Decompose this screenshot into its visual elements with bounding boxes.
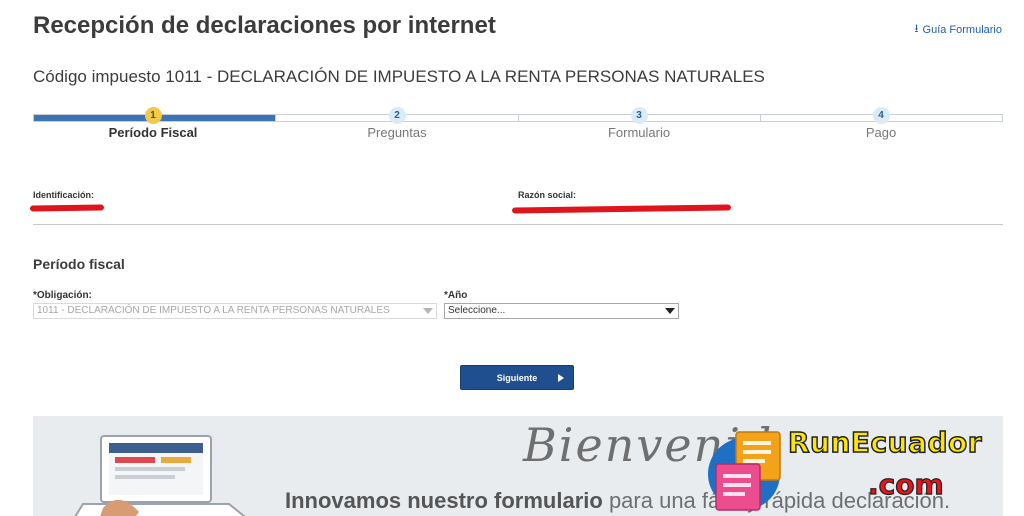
redacted-business-name <box>511 204 732 214</box>
step-number: 1 <box>144 107 162 124</box>
obligation-select[interactable]: 1011 - DECLARACIÓN DE IMPUESTO A LA RENT… <box>33 303 437 319</box>
next-button[interactable]: Siguiente <box>460 365 574 390</box>
redacted-identification <box>29 204 105 212</box>
step-periodo-fiscal[interactable]: 1 Período Fiscal <box>73 107 233 140</box>
step-pago[interactable]: 4 Pago <box>801 107 961 140</box>
guide-form-link[interactable]: ⭳ Guía Formulario <box>915 20 1002 39</box>
business-name-label: Razón social: <box>518 190 577 200</box>
fiscal-period-heading: Período fiscal <box>33 256 125 272</box>
download-icon: ⭳ <box>914 23 919 35</box>
obligation-label: *Obligación: <box>33 290 92 301</box>
year-value: Seleccione... <box>448 305 506 316</box>
step-label: Formulario <box>607 125 671 140</box>
chevron-down-icon <box>665 308 675 314</box>
step-label: Preguntas <box>367 125 427 140</box>
step-number: 3 <box>630 107 648 124</box>
tax-code-subtitle: Código impuesto 1011 - DECLARACIÓN DE IM… <box>33 67 765 86</box>
next-button-label: Siguiente <box>496 372 538 383</box>
guide-form-label: Guía Formulario <box>922 23 1002 36</box>
step-label: Período Fiscal <box>108 125 198 140</box>
tagline-bold: Innovamos nuestro formulario <box>285 488 603 513</box>
watermark-brand: RunEcuador <box>787 425 983 460</box>
step-formulario[interactable]: 3 Formulario <box>559 107 719 140</box>
step-label: Pago <box>865 125 897 140</box>
obligation-value: 1011 - DECLARACIÓN DE IMPUESTO A LA RENT… <box>37 305 390 316</box>
chevron-down-icon <box>423 308 433 314</box>
watermark-domain: .com <box>867 467 944 501</box>
step-preguntas[interactable]: 2 Preguntas <box>317 107 477 140</box>
wizard-stepper: 1 Período Fiscal 2 Preguntas 3 Formulari… <box>33 107 1003 147</box>
step-number: 2 <box>388 107 406 124</box>
step-number: 4 <box>872 107 890 124</box>
section-divider <box>33 224 1003 225</box>
page-title: Recepción de declaraciones por internet <box>33 12 496 39</box>
year-label: *Año <box>444 290 468 301</box>
document-logo-icon <box>708 431 781 511</box>
laptop-illustration <box>74 435 246 516</box>
year-select[interactable]: Seleccione... <box>444 303 679 319</box>
identification-label: Identificación: <box>33 190 95 200</box>
runecuador-watermark: RunEcuador .com <box>706 418 1024 516</box>
arrow-right-icon <box>558 374 564 382</box>
